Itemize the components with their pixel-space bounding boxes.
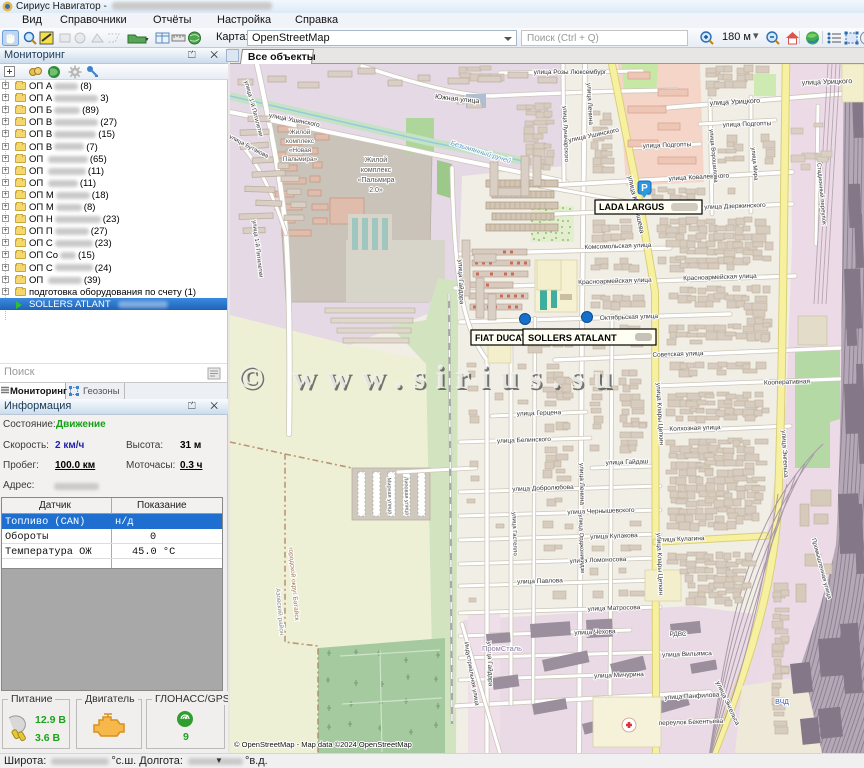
svg-text:«Пальмира: «Пальмира (357, 177, 394, 184)
svg-text:SOLLERS ATALANT: SOLLERS ATALANT (528, 333, 617, 343)
svg-text:Жилой: Жилой (290, 128, 311, 136)
svg-text:LADA LARGUS: LADA LARGUS (599, 202, 664, 212)
svg-text:комплекс: комплекс (286, 138, 315, 145)
svg-text:улица Розы Люксембург: улица Розы Люксембург (534, 68, 607, 76)
svg-text:P: P (641, 183, 648, 194)
svg-text:2.0»: 2.0» (369, 187, 383, 194)
svg-text:© www.sirius.su: © www.sirius.su (238, 359, 622, 396)
svg-text:ВЧД: ВЧД (775, 699, 789, 706)
svg-text:РДВС: РДВС (669, 631, 686, 638)
svg-text:«Новая: «Новая (289, 147, 312, 154)
svg-text:ПромСталь: ПромСталь (482, 644, 522, 653)
svg-text:Пальмира»: Пальмира» (283, 156, 318, 163)
svg-text:улица Ленина: улица Ленина (578, 463, 586, 505)
svg-text:улица Чехова: улица Чехова (574, 628, 616, 636)
svg-text:© OpenStreetMap - Map data ©20: © OpenStreetMap - Map data ©2024 OpenStr… (234, 740, 412, 749)
svg-text:улица Гайдаш: улица Гайдаш (605, 457, 648, 466)
svg-text:комплекс: комплекс (361, 167, 392, 174)
svg-text:FIAT DUCAT: FIAT DUCAT (475, 333, 527, 343)
svg-text:Жилой: Жилой (365, 156, 387, 164)
svg-text:улица Гайдара: улица Гайдара (456, 259, 466, 304)
